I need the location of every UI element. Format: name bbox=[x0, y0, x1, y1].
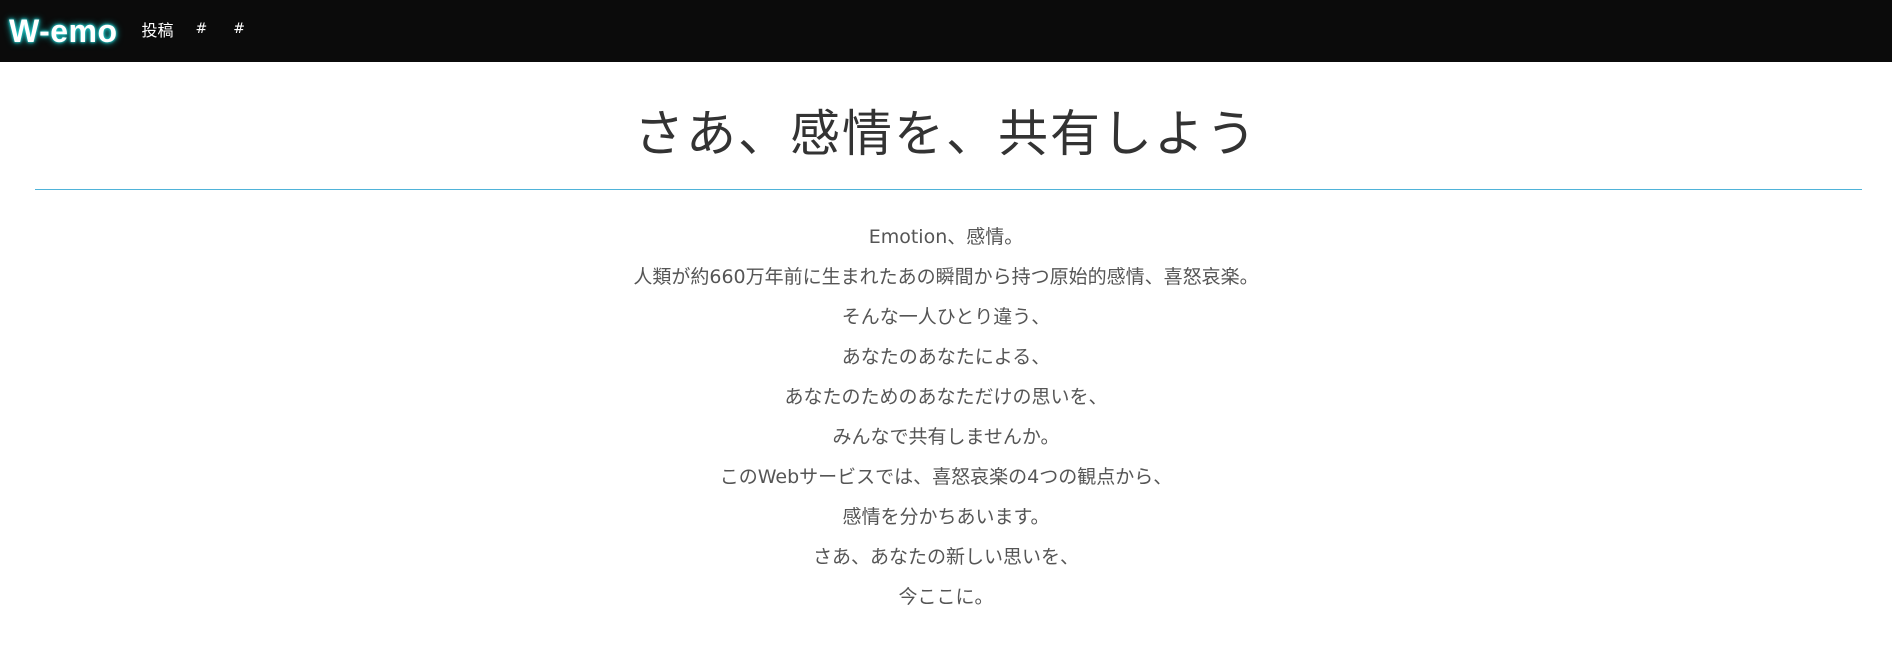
brand-logo[interactable]: W-emo bbox=[9, 13, 118, 50]
intro-line: Emotion、感情。 bbox=[868, 226, 1024, 248]
intro-line: あなたのためのあなただけの思いを、 bbox=[784, 386, 1108, 408]
intro-line: そんな一人ひとり違う、 bbox=[841, 306, 1051, 328]
title-divider bbox=[35, 189, 1862, 190]
top-navbar: W-emo 投稿 # # bbox=[0, 0, 1892, 62]
nav-link-post[interactable]: 投稿 bbox=[142, 17, 174, 41]
nav-links: 投稿 # # bbox=[142, 17, 271, 41]
intro-line: 今ここに。 bbox=[898, 586, 994, 608]
intro-text: Emotion、感情。 人類が約660万年前に生まれたあの瞬間から持つ原始的感情… bbox=[0, 222, 1892, 622]
intro-line: みんなで共有しませんか。 bbox=[832, 426, 1060, 448]
intro-line: 感情を分かちあいます。 bbox=[842, 506, 1050, 528]
nav-link-placeholder-1[interactable]: # bbox=[196, 21, 208, 37]
intro-line: あなたのあなたによる、 bbox=[841, 346, 1051, 368]
intro-line: 人類が約660万年前に生まれたあの瞬間から持つ原始的感情、喜怒哀楽。 bbox=[633, 266, 1259, 288]
nav-link-placeholder-2[interactable]: # bbox=[233, 21, 245, 37]
intro-line: このWebサービスでは、喜怒哀楽の4つの観点から、 bbox=[719, 466, 1173, 488]
intro-line: さあ、あなたの新しい思いを、 bbox=[812, 546, 1079, 568]
page-title: さあ、感情を、共有しよう bbox=[634, 105, 1258, 163]
